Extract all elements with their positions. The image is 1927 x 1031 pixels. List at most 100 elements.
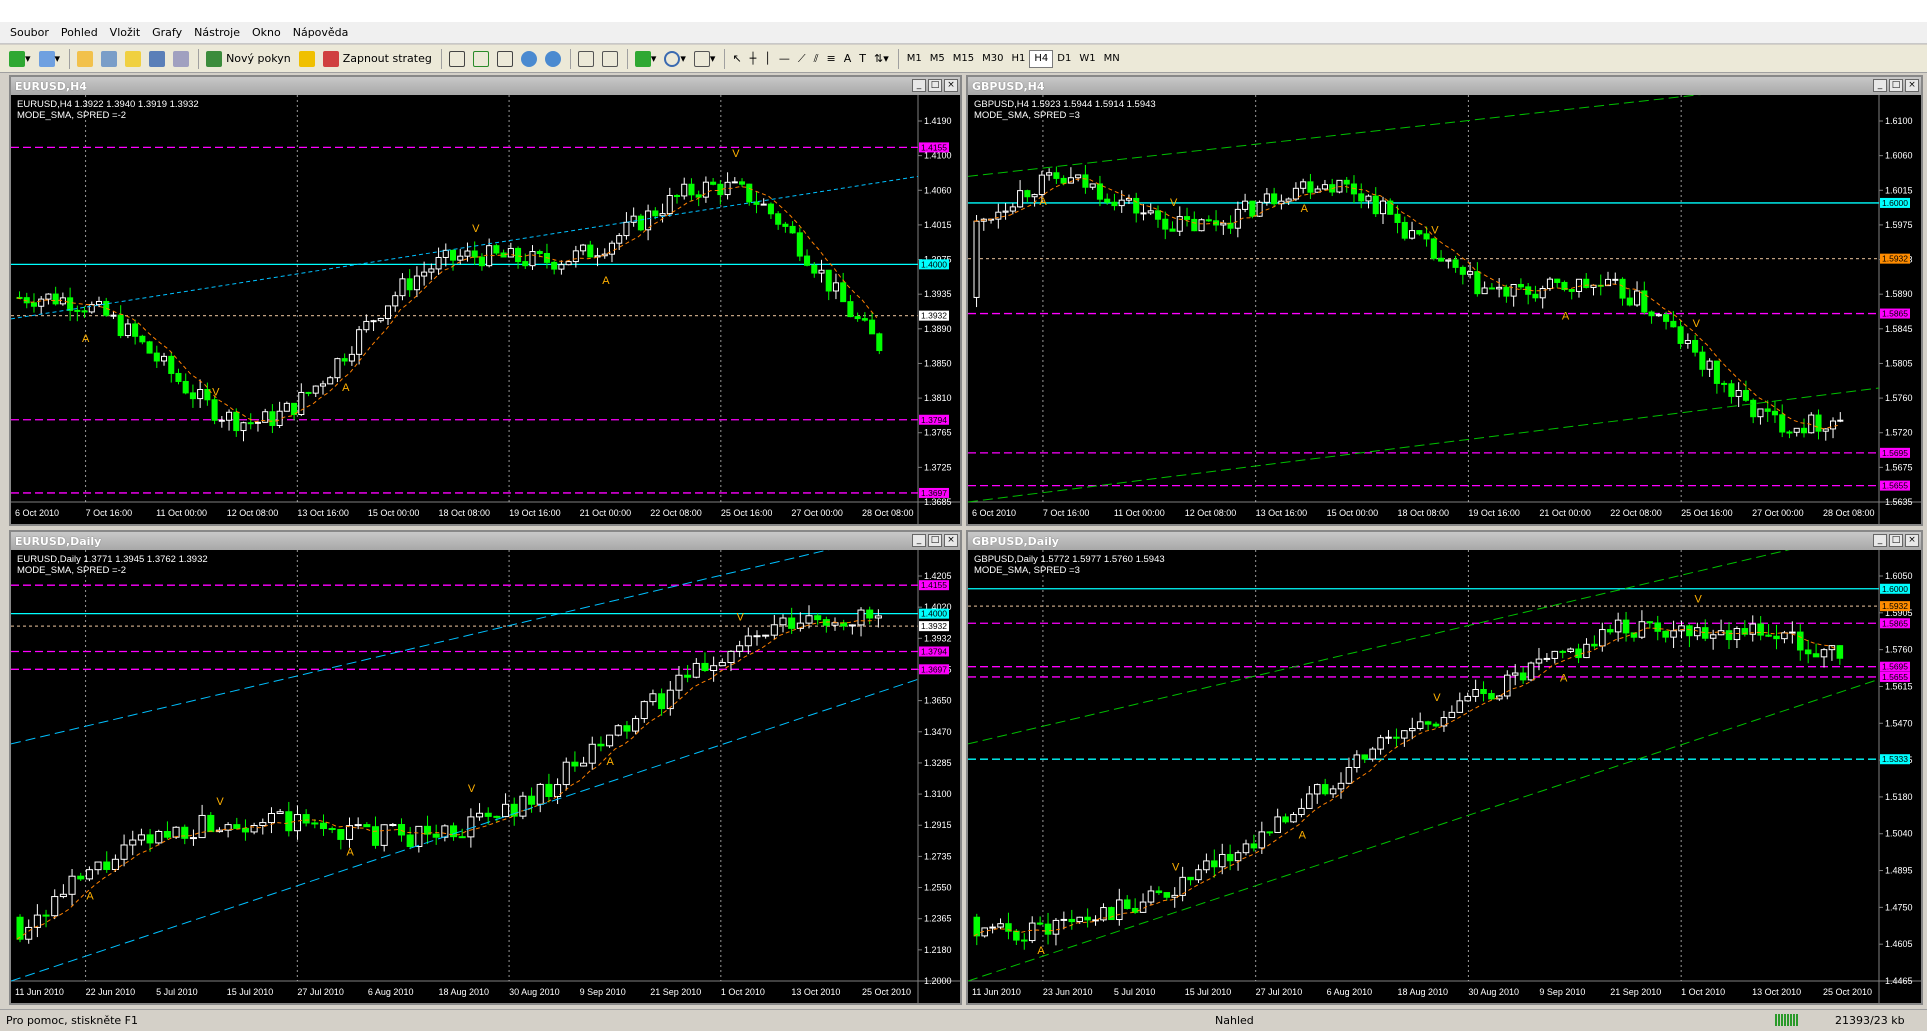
close-button[interactable]: ×	[944, 534, 958, 547]
arrows-tool[interactable]: ⇅▾	[871, 48, 892, 70]
price-tick-label: 1.5805	[1885, 358, 1913, 368]
chart-plot-area[interactable]: 1.61001.60601.60151.59751.59431.58901.58…	[967, 74, 1921, 524]
minimize-button[interactable]: _	[1873, 534, 1887, 547]
candle-body	[259, 822, 267, 827]
timeframe-m5[interactable]: M5	[926, 50, 949, 68]
chart-window-eurusd-h4[interactable]: EURUSD,H4 _ □ × 1.4190 1.4100 1.4060 1.4015 1.…	[9, 75, 962, 526]
close-button[interactable]: ×	[1905, 79, 1919, 92]
chart-title-bar[interactable]: GBPUSD,H4 _ □ ×	[968, 77, 1921, 95]
candle-body	[1353, 754, 1361, 769]
autotrade-button[interactable]: Zapnout strateg	[320, 48, 435, 70]
fibo-tool[interactable]: ≡	[824, 48, 839, 70]
timeframe-h4[interactable]: H4	[1029, 49, 1054, 68]
menu-bar: Soubor Pohled Vložit Grafy Nástroje Okno…	[0, 22, 1927, 44]
menu-pohled[interactable]: Pohled	[55, 26, 104, 39]
profiles-button[interactable]: ▾	[36, 48, 64, 70]
text-tool[interactable]: A	[841, 48, 855, 70]
candle-body	[1183, 216, 1191, 220]
candle-body	[1031, 194, 1038, 198]
templates-button[interactable]: ▾	[691, 48, 719, 70]
maximize-button[interactable]: □	[1889, 79, 1903, 92]
chart-shift-button[interactable]	[599, 48, 621, 70]
close-button[interactable]: ×	[944, 79, 958, 92]
candle-body	[1789, 631, 1796, 634]
vertical-line-tool[interactable]: │	[761, 48, 774, 70]
timeframe-d1[interactable]: D1	[1053, 50, 1075, 68]
periods-button[interactable]: ▾	[661, 48, 689, 70]
candle-body	[649, 693, 657, 703]
candle-body	[519, 795, 527, 817]
navigator-button[interactable]	[122, 48, 144, 70]
candle-body	[175, 372, 182, 382]
minimize-button[interactable]: _	[912, 534, 926, 547]
price-tick-label: 1.3935	[924, 289, 952, 299]
candle-body	[762, 634, 770, 637]
candle-body	[319, 383, 327, 387]
candle-chart-button[interactable]	[470, 48, 492, 70]
chart-window-gbpusd-h4[interactable]: GBPUSD,H4 _ □ × 1.6100 1.6060 1.6015 1.5975 1.…	[966, 74, 1923, 526]
vertical-line-icon: │	[764, 52, 771, 65]
timeframe-m15[interactable]: M15	[949, 50, 978, 68]
channel-tool[interactable]: ⫽	[811, 48, 822, 70]
new-order-button[interactable]: Nový pokyn	[203, 48, 294, 70]
menu-nastroje[interactable]: Nástroje	[188, 26, 246, 39]
chart-plot-area[interactable]: 1.41901.41001.40601.40151.39751.39351.38…	[10, 95, 960, 524]
chart-plot-area[interactable]: 1.42051.40201.39321.38351.36501.34701.32…	[10, 527, 960, 1003]
label-tool[interactable]: T	[856, 48, 869, 70]
menu-okno[interactable]: Okno	[246, 26, 287, 39]
market-watch-button[interactable]	[74, 48, 96, 70]
menu-napoveda[interactable]: Nápověda	[287, 26, 355, 39]
menu-vlozit[interactable]: Vložit	[104, 26, 146, 39]
data-window-button[interactable]	[98, 48, 120, 70]
bar-chart-button[interactable]	[446, 48, 468, 70]
candle-body	[247, 422, 254, 425]
metaeditor-button[interactable]	[296, 48, 318, 70]
line-chart-button[interactable]	[494, 48, 516, 70]
minimize-button[interactable]: _	[1873, 79, 1887, 92]
timeframe-mn[interactable]: MN	[1100, 50, 1124, 68]
close-button[interactable]: ×	[1905, 534, 1919, 547]
timeframe-m30[interactable]: M30	[978, 50, 1007, 68]
chart-title-bar[interactable]: GBPUSD,Daily _ □ ×	[968, 532, 1921, 550]
candle-body	[233, 411, 240, 432]
price-tick-label: 1.2915	[924, 820, 952, 830]
fractal-marker: V	[737, 612, 745, 624]
zoom-in-button[interactable]	[518, 48, 540, 70]
fractal-marker: A	[1037, 945, 1045, 957]
candle-body	[458, 836, 466, 839]
arrows-icon: ⇅▾	[874, 52, 889, 65]
candle-body	[94, 861, 102, 871]
tester-button[interactable]	[170, 48, 192, 70]
autoscroll-button[interactable]	[575, 48, 597, 70]
timeframe-w1[interactable]: W1	[1075, 50, 1099, 68]
minimize-button[interactable]: _	[912, 79, 926, 92]
chart-plot-area[interactable]: 1.60501.59051.57601.56151.54701.53251.51…	[967, 527, 1921, 1003]
terminal-button[interactable]	[146, 48, 168, 70]
menu-grafy[interactable]: Grafy	[146, 26, 188, 39]
cursor-tool[interactable]: ↖	[729, 48, 744, 70]
timeframe-m1[interactable]: M1	[903, 50, 926, 68]
new-chart-button[interactable]: ▾	[6, 48, 34, 70]
zoom-out-button[interactable]	[542, 48, 564, 70]
indicators-button[interactable]: ▾	[632, 48, 660, 70]
candle-body	[1024, 190, 1031, 198]
menu-soubor[interactable]: Soubor	[4, 26, 55, 39]
chart-title-bar[interactable]: EURUSD,H4 _ □ ×	[11, 77, 960, 95]
app-window: Soubor Pohled Vložit Grafy Nástroje Okno…	[0, 22, 1927, 1031]
timeframe-h1[interactable]: H1	[1007, 50, 1029, 68]
sma-line	[16, 186, 878, 423]
chart-window-gbpusd-daily[interactable]: GBPUSD,Daily _ □ × 1.6050 1.5905 1.5760 1.561…	[966, 527, 1923, 1005]
trendline-tool[interactable]: ⟋	[795, 48, 809, 70]
candle-body	[1169, 228, 1176, 232]
indicators-icon	[634, 50, 651, 67]
chart-window-eurusd-daily[interactable]: EURUSD,Daily _□× 1.42051.40201.39321.383…	[9, 527, 962, 1005]
chart-title-bar[interactable]: EURUSD,Daily _ □ ×	[11, 532, 960, 550]
maximize-button[interactable]: □	[928, 534, 942, 547]
crosshair-tool[interactable]: ┼	[747, 48, 760, 70]
status-bar: Pro pomoc, stiskněte F1 Nahled 21393/23 …	[0, 1009, 1927, 1031]
price-level-marker-label: 1.6000	[1882, 584, 1908, 594]
maximize-button[interactable]: □	[928, 79, 942, 92]
candle-body	[1256, 201, 1263, 217]
horizontal-line-tool[interactable]: —	[776, 48, 793, 70]
maximize-button[interactable]: □	[1889, 534, 1903, 547]
